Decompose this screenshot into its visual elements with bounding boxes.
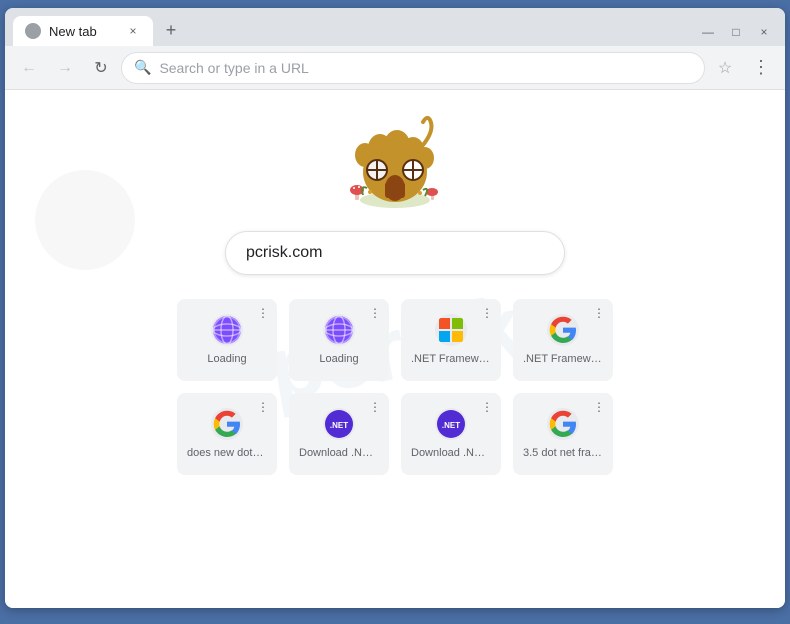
new-tab-button[interactable]: +	[157, 16, 185, 44]
forward-button[interactable]: →	[49, 52, 81, 84]
shortcut-menu-button[interactable]: ⋮	[253, 303, 273, 323]
tab-close-button[interactable]: ×	[125, 23, 141, 39]
back-button[interactable]: ←	[13, 52, 45, 84]
shortcut-icon	[211, 408, 243, 440]
shortcut-card[interactable]: ⋮ .NET Framework ...	[513, 299, 613, 381]
browser-tab[interactable]: New tab ×	[13, 16, 153, 46]
shortcut-icon	[211, 314, 243, 346]
shortcut-menu-button[interactable]: ⋮	[365, 397, 385, 417]
shortcut-label: does new dotnet...	[187, 446, 267, 460]
shortcut-card[interactable]: ⋮ Loading	[289, 299, 389, 381]
reload-button[interactable]: ↻	[85, 52, 117, 84]
shortcut-label: Download .NET F...	[411, 446, 491, 460]
tab-favicon	[25, 23, 41, 39]
shortcut-menu-button[interactable]: ⋮	[589, 397, 609, 417]
address-text: Search or type in a URL	[159, 60, 692, 76]
shortcut-icon: .NET	[435, 408, 467, 440]
page-content: pcrisk	[5, 90, 785, 608]
browser-menu-button[interactable]: ⋮	[745, 52, 777, 84]
title-bar: New tab × + — □ ×	[5, 8, 785, 46]
shortcut-card[interactable]: ⋮ .NET Download .NET F...	[289, 393, 389, 475]
mascot-image	[335, 110, 455, 210]
shortcut-menu-button[interactable]: ⋮	[365, 303, 385, 323]
shortcut-card[interactable]: ⋮ 3.5 dot net fram...	[513, 393, 613, 475]
toolbar: ← → ↻ 🔍 Search or type in a URL ☆ ⋮	[5, 46, 785, 90]
close-button[interactable]: ×	[751, 22, 777, 42]
browser-window: New tab × + — □ × ← → ↻ 🔍 Search or type…	[5, 8, 785, 608]
shortcut-icon: .NET	[323, 408, 355, 440]
search-icon: 🔍	[134, 59, 151, 76]
address-bar[interactable]: 🔍 Search or type in a URL	[121, 52, 705, 84]
bookmark-button[interactable]: ☆	[709, 52, 741, 84]
mascot-container	[335, 110, 455, 215]
shortcut-menu-button[interactable]: ⋮	[477, 303, 497, 323]
maximize-button[interactable]: □	[723, 22, 749, 42]
shortcut-card[interactable]: ⋮ Loading	[177, 299, 277, 381]
tab-label: New tab	[49, 24, 117, 39]
search-bar-value: pcrisk.com	[246, 244, 322, 262]
minimize-button[interactable]: —	[695, 22, 721, 42]
shortcut-menu-button[interactable]: ⋮	[253, 397, 273, 417]
shortcut-icon	[435, 314, 467, 346]
svg-text:.NET: .NET	[442, 421, 460, 430]
svg-text:.NET: .NET	[330, 421, 348, 430]
window-controls: — □ ×	[695, 22, 777, 42]
watermark-circle	[35, 170, 135, 270]
shortcut-card[interactable]: ⋮ .NET Download .NET F...	[401, 393, 501, 475]
shortcut-label: Loading	[319, 352, 358, 366]
shortcut-label: Loading	[207, 352, 246, 366]
shortcut-label: .NET Framework ...	[523, 352, 603, 366]
shortcut-card[interactable]: ⋮ does new dotnet...	[177, 393, 277, 475]
shortcut-menu-button[interactable]: ⋮	[589, 303, 609, 323]
shortcut-label: Download .NET F...	[299, 446, 379, 460]
shortcut-label: .NET Framework ...	[411, 352, 491, 366]
shortcut-icon	[323, 314, 355, 346]
shortcut-icon	[547, 314, 579, 346]
shortcut-card[interactable]: ⋮ .NET Framework ...	[401, 299, 501, 381]
search-bar[interactable]: pcrisk.com	[225, 231, 565, 275]
shortcut-icon	[547, 408, 579, 440]
shortcut-menu-button[interactable]: ⋮	[477, 397, 497, 417]
shortcut-label: 3.5 dot net fram...	[523, 446, 603, 460]
search-bar-container[interactable]: pcrisk.com	[225, 231, 565, 275]
shortcuts-grid: ⋮ Loading⋮ Loading⋮ .NET Framework ...⋮ …	[177, 299, 613, 475]
